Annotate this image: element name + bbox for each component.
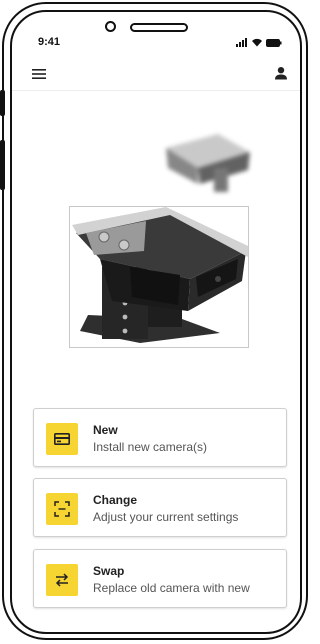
option-title: New <box>93 423 118 437</box>
option-card-swap[interactable]: Swap Replace old camera with new <box>33 549 287 608</box>
frame-scan-icon-glyph <box>54 501 70 517</box>
hamburger-menu-icon[interactable] <box>32 68 46 80</box>
user-icon[interactable] <box>274 66 288 80</box>
camera-card-icon <box>46 423 78 455</box>
speaker-notch-bar <box>130 23 188 32</box>
status-icons <box>236 37 282 48</box>
phone-side-button-top <box>0 90 5 116</box>
frame-scan-icon <box>46 493 78 525</box>
battery-icon <box>266 38 282 47</box>
phone-side-button-bottom <box>0 140 5 190</box>
option-title: Swap <box>93 564 125 578</box>
swap-arrows-icon <box>46 564 78 596</box>
swap-arrows-icon-glyph <box>55 573 69 587</box>
option-card-change[interactable]: Change Adjust your current settings <box>33 478 287 537</box>
option-title: Change <box>93 493 138 507</box>
camera-notch-dot <box>105 21 116 32</box>
camera-card-icon-glyph <box>54 433 70 445</box>
camera-illustration <box>72 207 248 343</box>
camera-illustration-blurred <box>166 134 250 192</box>
option-card-new[interactable]: New Install new camera(s) <box>33 408 287 467</box>
wifi-icon <box>252 38 262 47</box>
hero-camera-image <box>69 206 249 348</box>
option-subtitle: Adjust your current settings <box>93 510 239 524</box>
status-time: 9:41 <box>38 36 61 48</box>
option-subtitle: Replace old camera with new <box>93 581 250 595</box>
option-subtitle: Install new camera(s) <box>93 440 208 454</box>
signal-icon <box>236 38 247 47</box>
app-bar <box>12 62 300 91</box>
